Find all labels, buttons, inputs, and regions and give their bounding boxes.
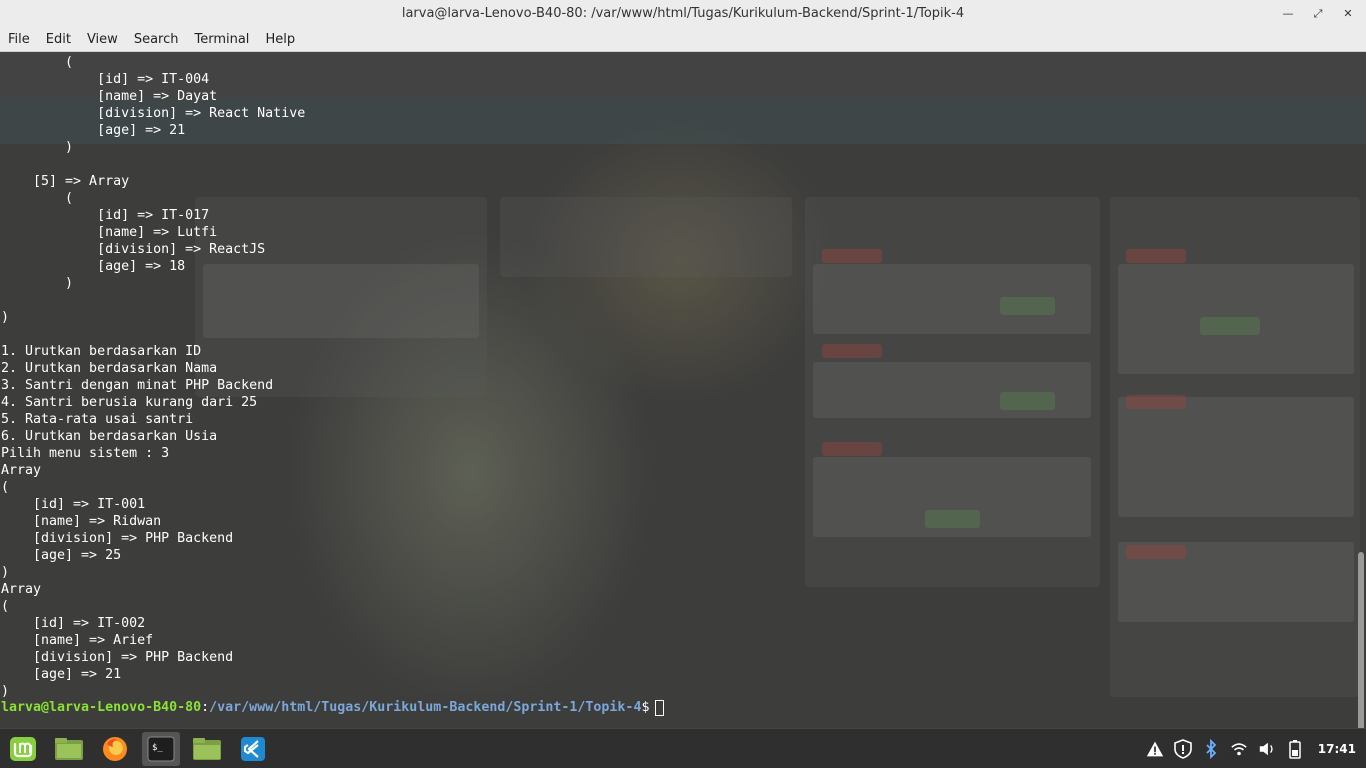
menu-file[interactable]: File: [8, 32, 30, 47]
mint-menu-icon[interactable]: [4, 732, 42, 766]
wifi-icon[interactable]: [1230, 740, 1248, 758]
folder-icon[interactable]: [188, 732, 226, 766]
terminal-output: ( [id] => IT-004 [name] => Dayat [divisi…: [1, 55, 306, 699]
window-titlebar: larva@larva-Lenovo-B40-80: /var/www/html…: [0, 0, 1366, 27]
menu-bar: File Edit View Search Terminal Help: [0, 27, 1366, 52]
terminal-scrollbar[interactable]: [1358, 552, 1364, 728]
text-cursor: [655, 699, 665, 716]
menu-terminal[interactable]: Terminal: [194, 32, 249, 47]
prompt-user: larva@larva-Lenovo-B40-80: [1, 700, 202, 715]
bluetooth-icon[interactable]: [1202, 739, 1220, 759]
minimize-icon[interactable]: —: [1280, 6, 1296, 22]
menu-edit[interactable]: Edit: [46, 32, 71, 47]
shield-icon[interactable]: [1173, 739, 1192, 759]
prompt-dollar: $: [641, 700, 650, 715]
shell-prompt[interactable]: larva@larva-Lenovo-B40-80:/var/www/html/…: [1, 699, 665, 716]
window-title: larva@larva-Lenovo-B40-80: /var/www/html…: [401, 6, 965, 21]
menu-search[interactable]: Search: [134, 32, 179, 47]
taskbar: $_ 17:41: [0, 728, 1366, 768]
menu-help[interactable]: Help: [265, 32, 295, 47]
volume-icon[interactable]: [1258, 740, 1276, 758]
prompt-separator: :: [201, 700, 210, 715]
svg-text:$_: $_: [152, 743, 163, 753]
restore-icon[interactable]: ⤢: [1310, 6, 1326, 22]
window-controls: — ⤢ ✕: [1280, 0, 1356, 27]
close-icon[interactable]: ✕: [1340, 6, 1356, 22]
clock[interactable]: 17:41: [1318, 742, 1356, 756]
menu-view[interactable]: View: [87, 32, 118, 47]
vscode-icon[interactable]: [234, 732, 272, 766]
firefox-icon[interactable]: [96, 732, 134, 766]
battery-icon[interactable]: [1286, 740, 1304, 759]
system-tray: 17:41: [1146, 729, 1356, 768]
terminal-icon[interactable]: $_: [142, 731, 180, 766]
files-icon[interactable]: [50, 732, 88, 766]
warning-icon[interactable]: [1146, 740, 1164, 758]
terminal-area[interactable]: ( [id] => IT-004 [name] => Dayat [divisi…: [0, 52, 1366, 728]
prompt-path: /var/www/html/Tugas/Kurikulum-Backend/Sp…: [209, 700, 642, 715]
